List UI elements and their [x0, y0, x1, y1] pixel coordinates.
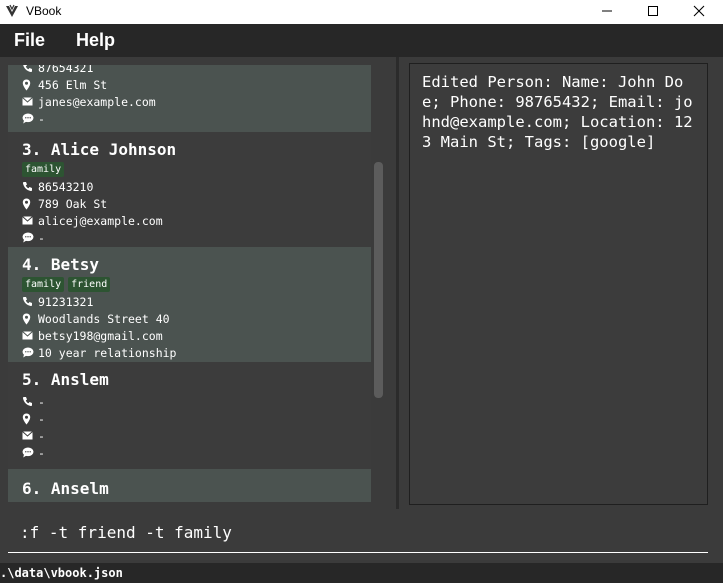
person-card[interactable]: 4. Betsy family friend 91231321 Woodland… — [8, 247, 371, 362]
status-bar: .\data\vbook.json — [0, 563, 723, 583]
menu-help[interactable]: Help — [76, 30, 115, 51]
envelope-icon — [22, 430, 38, 442]
close-button[interactable] — [676, 0, 722, 24]
command-input[interactable] — [8, 513, 708, 553]
phone-icon — [22, 296, 38, 308]
speech-bubble-icon — [22, 347, 38, 359]
address-text: 456 Elm St — [38, 77, 108, 92]
envelope-icon — [22, 330, 38, 342]
phone-icon — [22, 65, 38, 74]
menu-bar: File Help — [0, 24, 723, 57]
email-text: alicej@example.com — [38, 213, 163, 228]
app-logo-icon — [5, 4, 19, 18]
address-row: Woodlands Street 40 — [22, 310, 371, 327]
person-card[interactable]: 6. Anselm — [8, 469, 371, 502]
remark-text: - — [38, 445, 45, 460]
minimize-icon — [601, 5, 613, 20]
address-row: 456 Elm St — [22, 76, 371, 93]
person-name: 3. Alice Johnson — [22, 140, 177, 159]
phone-icon — [22, 396, 38, 408]
speech-bubble-icon — [22, 447, 38, 459]
email-text: betsy198@gmail.com — [38, 328, 163, 343]
person-name: 6. Anselm — [22, 479, 109, 498]
person-card[interactable]: 3. Alice Johnson family 86543210 789 Oak… — [8, 132, 371, 247]
person-list[interactable]: 87654321 456 Elm St janes@example.com - … — [8, 65, 371, 502]
location-pin-icon — [22, 198, 38, 210]
phone-row: 86543210 — [22, 178, 371, 195]
remark-row: - — [22, 229, 371, 246]
address-text: Woodlands Street 40 — [38, 311, 170, 326]
remark-text: - — [38, 230, 45, 245]
phone-text: 86543210 — [38, 179, 94, 194]
remark-row: - — [22, 110, 371, 127]
result-display: Edited Person: Name: John Doe; Phone: 98… — [409, 63, 708, 505]
scrollbar-thumb[interactable] — [374, 162, 383, 398]
location-pin-icon — [22, 79, 38, 91]
email-text: - — [38, 428, 45, 443]
person-list-panel: 87654321 456 Elm St janes@example.com - … — [0, 57, 396, 509]
title-bar: VBook — [0, 0, 723, 24]
remark-row: - — [22, 444, 371, 461]
person-card[interactable]: 5. Anslem - - - - — [8, 362, 371, 469]
phone-text: 87654321 — [38, 65, 94, 75]
speech-bubble-icon — [22, 113, 38, 125]
envelope-icon — [22, 215, 38, 227]
address-row: 789 Oak St — [22, 195, 371, 212]
tag-list: family — [22, 162, 371, 178]
result-text: Edited Person: Name: John Doe; Phone: 98… — [422, 73, 693, 151]
email-text: janes@example.com — [38, 94, 156, 109]
window-title: VBook — [26, 4, 62, 18]
remark-row: 10 year relationship — [22, 344, 371, 361]
tag-badge: family — [22, 162, 65, 177]
phone-text: - — [38, 394, 45, 409]
email-row: - — [22, 427, 371, 444]
location-pin-icon — [22, 413, 38, 425]
envelope-icon — [22, 96, 38, 108]
remark-text: - — [38, 111, 45, 126]
tag-list: family friend — [22, 277, 371, 293]
maximize-icon — [647, 5, 659, 20]
address-text: 789 Oak St — [38, 196, 108, 211]
person-name: 4. Betsy — [22, 255, 100, 274]
menu-file[interactable]: File — [14, 30, 45, 51]
email-row: janes@example.com — [22, 93, 371, 110]
phone-row: - — [22, 393, 371, 410]
email-row: alicej@example.com — [22, 212, 371, 229]
minimize-button[interactable] — [584, 0, 630, 24]
phone-text: 91231321 — [38, 294, 94, 309]
address-text: - — [38, 411, 45, 426]
email-row: betsy198@gmail.com — [22, 327, 371, 344]
remark-text: 10 year relationship — [38, 345, 177, 360]
tag-badge: friend — [68, 277, 111, 292]
person-name: 5. Anslem — [22, 370, 109, 389]
address-row: - — [22, 410, 371, 427]
maximize-button[interactable] — [630, 0, 676, 24]
command-box — [0, 513, 723, 563]
tag-badge: family — [22, 277, 65, 292]
location-pin-icon — [22, 313, 38, 325]
phone-row: 91231321 — [22, 293, 371, 310]
phone-row: 87654321 — [22, 65, 371, 76]
save-file-path: .\data\vbook.json — [0, 566, 123, 580]
close-icon — [693, 5, 705, 20]
speech-bubble-icon — [22, 232, 38, 244]
person-card[interactable]: 87654321 456 Elm St janes@example.com - — [8, 65, 371, 132]
phone-icon — [22, 181, 38, 193]
